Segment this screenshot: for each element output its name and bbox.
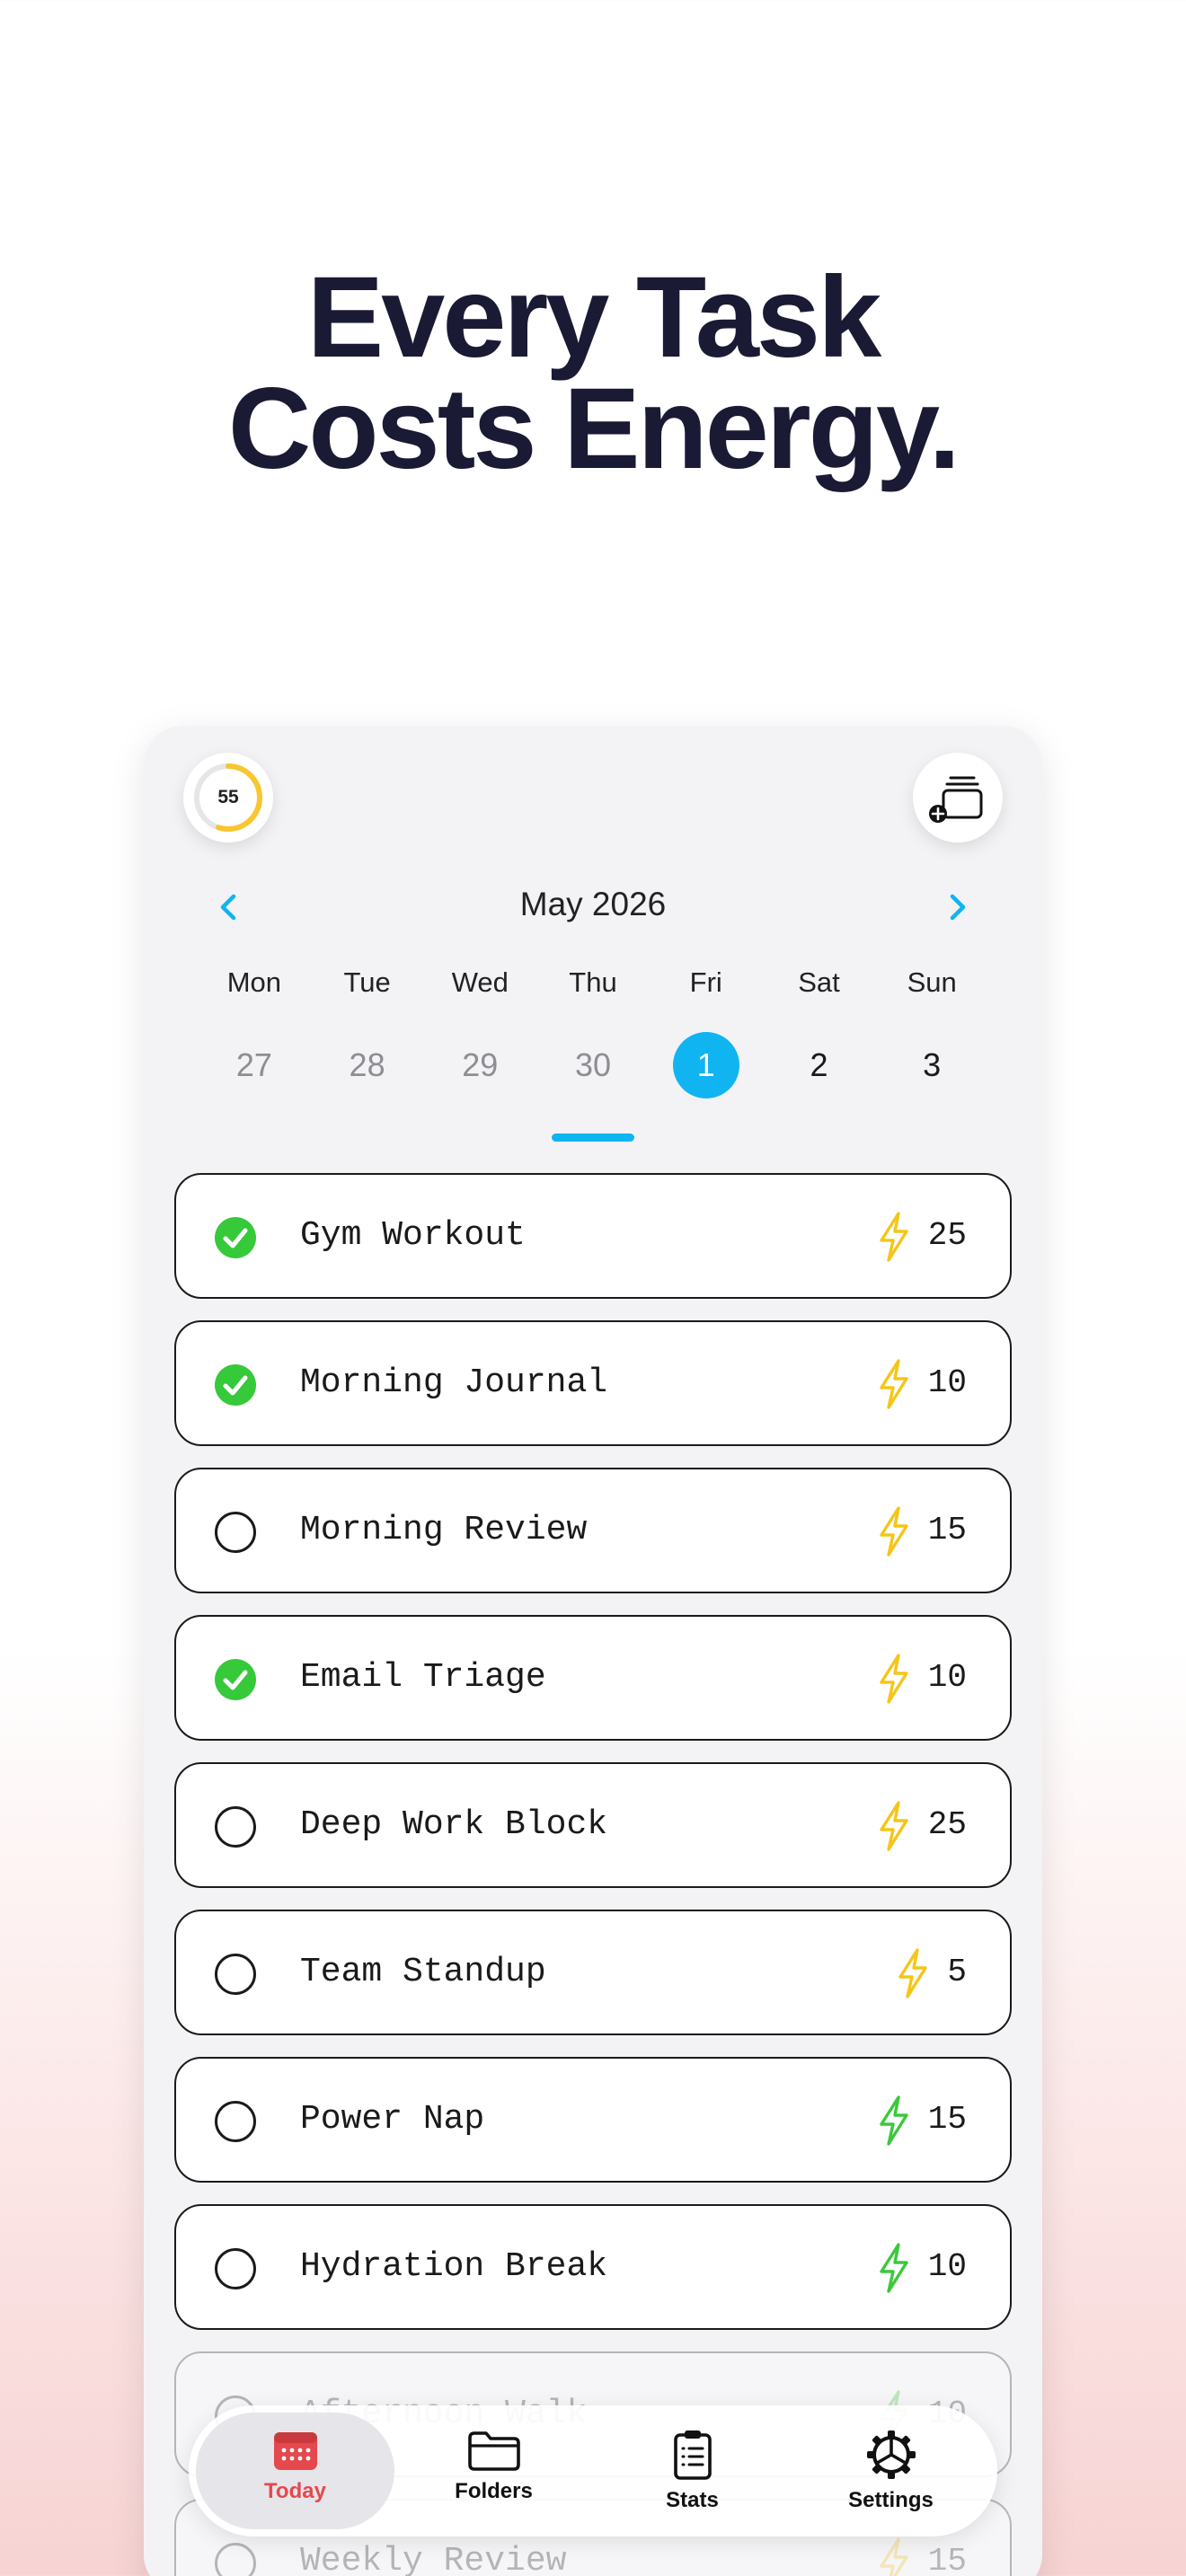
week-page-indicator (552, 1134, 634, 1142)
checkmark-circle-icon[interactable] (214, 1363, 257, 1407)
checkmark-circle-icon[interactable] (214, 1216, 257, 1259)
task-name: Morning Journal (300, 1363, 608, 1402)
headline-line-1: Every Task (306, 253, 882, 382)
weekday-label: Sun (907, 966, 957, 998)
lightning-bolt-icon (880, 1801, 908, 1851)
empty-circle-icon[interactable] (214, 2542, 257, 2576)
energy-cost: 15 (927, 2101, 967, 2138)
task-name: Email Triage (300, 1658, 546, 1697)
tab-label: Folders (455, 2479, 533, 2503)
date-cell[interactable]: 27 (198, 1031, 311, 1099)
task-row[interactable]: Email Triage 10 (174, 1615, 1012, 1741)
clipboard-icon (673, 2430, 712, 2480)
weekday-label: Fri (689, 966, 722, 998)
lightning-bolt-icon (880, 1212, 908, 1262)
task-name: Gym Workout (300, 1216, 526, 1255)
weekday-label: Thu (569, 966, 617, 998)
empty-circle-icon[interactable] (214, 2247, 257, 2290)
weekday-label: Wed (451, 966, 509, 998)
lightning-bolt-icon (880, 2243, 908, 2293)
task-row[interactable]: Team Standup 5 (174, 1910, 1012, 2035)
weekday-header: Mon Tue Wed Thu Fri Sat Sun (198, 966, 988, 1011)
tab-bar: Today Folders Stats Settings (189, 2405, 997, 2536)
tab-label: Today (264, 2479, 326, 2503)
task-list: Gym Workout 25 Morning Journal 10 Morning Re… (174, 1173, 1012, 2576)
month-title: May 2026 (519, 886, 667, 922)
energy-ring[interactable]: 55 (183, 753, 273, 842)
tab-folders[interactable]: Folders (394, 2413, 593, 2529)
task-name: Hydration Break (300, 2247, 608, 2286)
lightning-bolt-icon (880, 2537, 908, 2576)
energy-value: 55 (217, 787, 239, 807)
tab-settings[interactable]: Settings (792, 2413, 990, 2529)
empty-circle-icon[interactable] (214, 1511, 257, 1554)
empty-circle-icon[interactable] (214, 1805, 257, 1848)
next-week-button[interactable] (931, 880, 985, 934)
task-row[interactable]: Hydration Break 10 (174, 2204, 1012, 2330)
headline: Every Task Costs Energy. (0, 253, 1186, 493)
date-cell[interactable]: 2 (763, 1031, 876, 1099)
task-row[interactable]: Gym Workout 25 (174, 1173, 1012, 1299)
month-navigation: May 2026 (144, 880, 1042, 934)
tab-stats[interactable]: Stats (593, 2413, 792, 2529)
task-row[interactable]: Deep Work Block 25 (174, 1762, 1012, 1888)
lightning-bolt-icon (898, 1948, 928, 1998)
lightning-bolt-icon (880, 1506, 908, 1557)
selected-date: 1 (672, 1032, 739, 1098)
chevron-right-icon (950, 894, 966, 921)
task-row[interactable]: Morning Journal 10 (174, 1320, 1012, 1446)
date-cell[interactable]: 30 (536, 1031, 650, 1099)
date-cell[interactable]: 3 (875, 1031, 988, 1099)
weekday-label: Mon (226, 966, 282, 998)
date-cell[interactable]: 28 (311, 1031, 424, 1099)
calendar-icon (273, 2432, 317, 2470)
lightning-bolt-icon (880, 1654, 908, 1704)
week-dates: 27 28 29 30 1 2 3 (198, 1031, 988, 1099)
gear-icon (866, 2430, 916, 2479)
lightning-bolt-icon (880, 2095, 908, 2146)
task-name: Power Nap (300, 2100, 485, 2139)
empty-circle-icon[interactable] (214, 2100, 257, 2143)
checkmark-circle-icon[interactable] (214, 1658, 257, 1701)
energy-cost: 10 (927, 1364, 967, 1401)
lightning-bolt-icon (880, 1359, 908, 1409)
task-row[interactable]: Morning Review 15 (174, 1468, 1012, 1593)
empty-circle-icon[interactable] (214, 1953, 257, 1996)
task-row[interactable]: Power Nap 15 (174, 2057, 1012, 2183)
energy-cost: 25 (927, 1217, 967, 1254)
weekday-label: Sat (798, 966, 840, 998)
tab-today[interactable]: Today (196, 2413, 394, 2529)
weekday-label: Tue (343, 966, 391, 998)
headline-line-2: Costs Energy. (227, 365, 960, 493)
energy-cost: 10 (927, 1659, 967, 1696)
energy-cost: 25 (927, 1806, 967, 1843)
energy-cost: 5 (947, 1954, 967, 1990)
task-name: Deep Work Block (300, 1805, 608, 1844)
date-cell[interactable]: 29 (423, 1031, 536, 1099)
tab-label: Settings (848, 2488, 934, 2512)
task-name: Team Standup (300, 1953, 546, 1991)
folder-icon (467, 2431, 520, 2471)
energy-cost: 15 (927, 1512, 967, 1548)
tab-label: Stats (666, 2488, 719, 2512)
task-name: Morning Review (300, 1511, 588, 1549)
app-screen: 55 May 2026 Mon Tue Wed Thu Fri Sat Sun … (144, 726, 1042, 2576)
add-folder-button[interactable] (913, 753, 1003, 842)
add-folder-icon (929, 776, 983, 823)
date-cell-selected[interactable]: 1 (650, 1031, 763, 1099)
energy-cost: 10 (927, 2248, 967, 2285)
